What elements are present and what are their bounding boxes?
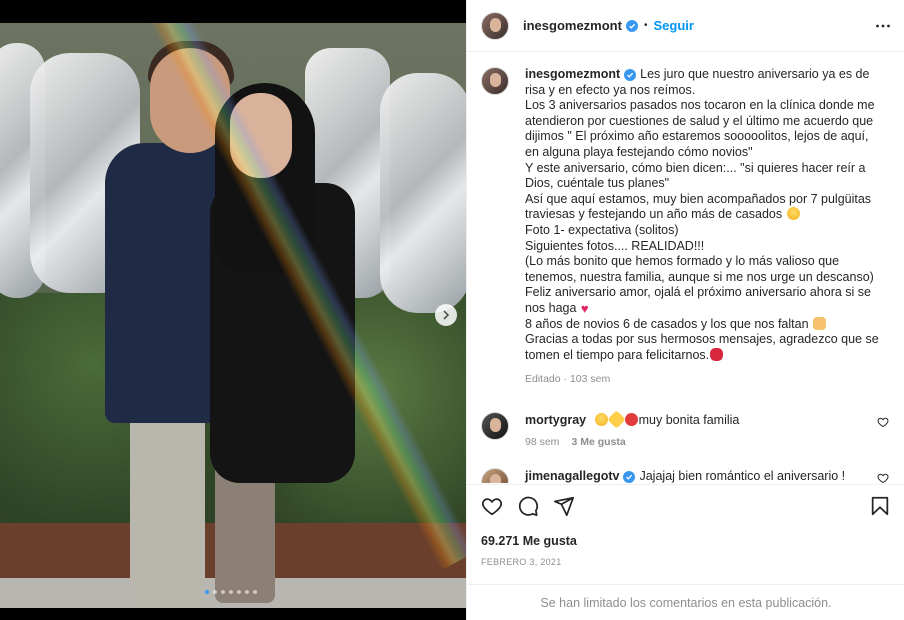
- carousel-dots: [205, 590, 257, 594]
- smiling-emoji-icon: [594, 412, 608, 426]
- avatar[interactable]: [481, 467, 509, 483]
- comment-icon: [518, 496, 539, 517]
- comments-list[interactable]: inesgomezmont Les juro que nuestro aniver…: [467, 53, 904, 483]
- post-photo: [0, 23, 466, 608]
- carousel-dot: [221, 590, 225, 594]
- kiss-emoji-icon: [710, 347, 724, 361]
- carousel-dot: [237, 590, 241, 594]
- woman-legs: [215, 463, 275, 603]
- save-button[interactable]: [869, 495, 891, 517]
- balloon-letter: [380, 73, 466, 313]
- caption-body: inesgomezmont Les juro que nuestro aniver…: [525, 67, 881, 388]
- comment-meta: 98 sem 3 Me gusta: [525, 436, 865, 448]
- like-button[interactable]: [481, 495, 503, 517]
- caption-line: inesgomezmont Les juro que nuestro aniver…: [525, 67, 881, 98]
- party-emoji-icon: [606, 410, 626, 429]
- comment-item: jimenagallegotv Jajajaj bien romántico el…: [481, 467, 889, 483]
- post-header: inesgomezmont • Seguir: [467, 0, 904, 52]
- post-media: [0, 0, 466, 620]
- post-side-panel: inesgomezmont • Seguir inesgomezmont Les …: [466, 0, 904, 620]
- comment-username[interactable]: mortygray: [525, 413, 586, 427]
- caption-line: Foto 1- expectativa (solitos): [525, 222, 679, 237]
- verified-icon: [623, 470, 636, 483]
- praying-hands-emoji-icon: [813, 316, 827, 330]
- instagram-post-modal: inesgomezmont • Seguir inesgomezmont Les …: [0, 0, 904, 620]
- man-legs: [130, 413, 205, 608]
- avatar[interactable]: [481, 11, 509, 40]
- header-username[interactable]: inesgomezmont: [523, 18, 622, 33]
- comment-button[interactable]: [517, 495, 539, 517]
- caption-line: (Lo más bonito que hemos formado y lo má…: [525, 254, 874, 284]
- verified-icon: [624, 69, 637, 81]
- caption-meta: Editado · 103 sem: [525, 373, 611, 386]
- comment-like-heart-icon[interactable]: [877, 416, 889, 428]
- action-icons: [481, 495, 891, 517]
- caption-line: 8 años de novios 6 de casados y los que …: [525, 316, 881, 333]
- verified-icon: [625, 19, 638, 32]
- avatar[interactable]: [481, 411, 509, 440]
- comment-time: 98 sem: [525, 435, 560, 448]
- caption-line: Los 3 aniversarios pasados nos tocaron e…: [525, 98, 875, 159]
- separator-dot: •: [643, 20, 648, 31]
- likes-count[interactable]: 69.271 Me gusta: [481, 534, 891, 548]
- caption-username[interactable]: inesgomezmont: [525, 67, 620, 81]
- carousel-dot: [245, 590, 249, 594]
- next-slide-button[interactable]: [435, 304, 457, 326]
- comments-limited-notice: Se han limitado los comentarios en esta …: [467, 584, 904, 620]
- post-actions: 69.271 Me gusta FEBRERO 3, 2021: [467, 484, 904, 567]
- heart-icon: [481, 498, 503, 516]
- comment-like-heart-icon[interactable]: [877, 472, 889, 483]
- comment-body: jimenagallegotv Jajajaj bien romántico el…: [525, 468, 865, 483]
- share-icon: [553, 496, 575, 517]
- caption-line: Feliz aniversario amor, ojalá el próximo…: [525, 285, 881, 316]
- carousel-dot: [253, 590, 257, 594]
- carousel-dot: [213, 590, 217, 594]
- bookmark-icon: [871, 496, 889, 516]
- comment-item: mortygray muy bonita familia 98 sem 3 Me…: [481, 410, 889, 448]
- comment-text: jimenagallegotv Jajajaj bien romántico el…: [525, 468, 846, 483]
- follow-button[interactable]: Seguir: [653, 18, 693, 33]
- balloon-emoji-icon: [624, 412, 638, 426]
- comment-likes[interactable]: 3 Me gusta: [571, 436, 625, 448]
- comment-text: mortygray muy bonita familia: [525, 410, 865, 429]
- laughing-emoji-icon: [786, 207, 800, 221]
- comment-username[interactable]: jimenagallegotv: [525, 469, 619, 483]
- carousel-dot: [229, 590, 233, 594]
- caption-line: Así que aquí estamos, muy bien acompañad…: [525, 191, 872, 222]
- comment-body: mortygray muy bonita familia 98 sem 3 Me…: [525, 410, 865, 448]
- red-heart-emoji-icon: [581, 301, 593, 317]
- carousel-dot: [205, 590, 209, 594]
- caption-line: Siguientes fotos.... REALIDAD!!!: [525, 238, 705, 253]
- post-date: FEBRERO 3, 2021: [481, 557, 562, 567]
- caption-line: Gracias a todas por sus hermosos mensaje…: [525, 332, 879, 362]
- next-icon: [443, 310, 450, 320]
- more-icon[interactable]: [875, 18, 891, 34]
- caption: inesgomezmont Les juro que nuestro aniver…: [481, 67, 889, 388]
- share-button[interactable]: [553, 495, 575, 517]
- avatar[interactable]: [481, 67, 509, 95]
- caption-line: Y este aniversario, cómo bien dicen:... …: [525, 160, 866, 191]
